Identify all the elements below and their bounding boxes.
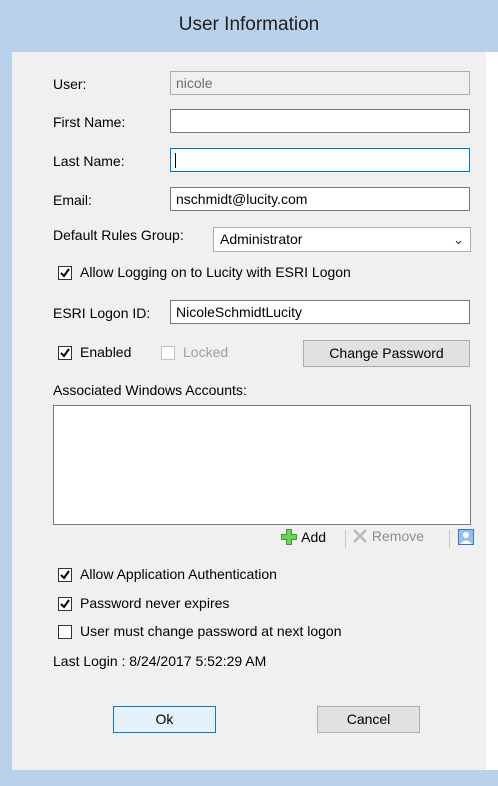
- locked-label: Locked: [183, 344, 229, 360]
- must-change-pwd-label[interactable]: User must change password at next logon: [80, 623, 341, 639]
- remove-account-button: Remove: [352, 528, 424, 544]
- checkmark-icon: [60, 570, 70, 580]
- change-password-button[interactable]: Change Password: [303, 340, 470, 367]
- pwd-never-expires-label[interactable]: Password never expires: [80, 595, 229, 611]
- text-caret: [175, 153, 176, 168]
- toolbar-separator: [449, 530, 450, 548]
- title-bar[interactable]: User Information: [0, 0, 498, 60]
- cancel-button[interactable]: Cancel: [317, 706, 420, 733]
- dialog-title: User Information: [178, 14, 320, 35]
- bottom-edge: [0, 770, 498, 786]
- windows-accounts-list[interactable]: [53, 405, 471, 525]
- rules-group-select[interactable]: Administrator ⌄: [213, 227, 471, 252]
- checkmark-icon: [60, 268, 70, 278]
- rules-group-value: Administrator: [220, 231, 303, 247]
- green-plus-icon: [281, 529, 297, 545]
- esri-logon-checkbox[interactable]: [58, 266, 72, 280]
- last-name-field[interactable]: [170, 148, 470, 172]
- enabled-label[interactable]: Enabled: [80, 344, 131, 360]
- chevron-down-icon: ⌄: [453, 232, 464, 247]
- toolbar-separator: [345, 530, 346, 548]
- windows-accounts-label: Associated Windows Accounts:: [53, 382, 247, 398]
- esri-id-field[interactable]: NicoleSchmidtLucity: [170, 300, 470, 324]
- user-label: User:: [53, 76, 87, 92]
- right-edge: [486, 52, 498, 786]
- first-name-label: First Name:: [53, 114, 126, 130]
- allow-app-auth-checkbox[interactable]: [58, 568, 72, 582]
- must-change-pwd-checkbox[interactable]: [58, 625, 72, 639]
- dialog-body: User: nicole First Name: Last Name: Emai…: [12, 52, 486, 770]
- first-name-field[interactable]: [170, 109, 470, 133]
- add-label: Add: [301, 529, 327, 545]
- add-account-button[interactable]: Add: [280, 528, 326, 546]
- pwd-never-expires-checkbox[interactable]: [58, 597, 72, 611]
- remove-label: Remove: [371, 528, 425, 544]
- allow-app-auth-label[interactable]: Allow Application Authentication: [80, 566, 277, 582]
- last-login-text: Last Login : 8/24/2017 5:52:29 AM: [53, 653, 267, 669]
- locked-checkbox: [161, 346, 175, 360]
- email-label: Email:: [53, 192, 92, 208]
- ok-button[interactable]: Ok: [113, 706, 216, 733]
- x-icon: [353, 529, 367, 543]
- browse-account-button[interactable]: [457, 528, 475, 549]
- enabled-checkbox[interactable]: [58, 346, 72, 360]
- rules-group-label: Default Rules Group:: [53, 227, 184, 243]
- checkmark-icon: [60, 599, 70, 609]
- email-field[interactable]: nschmidt@lucity.com: [170, 187, 470, 211]
- esri-logon-label[interactable]: Allow Logging on to Lucity with ESRI Log…: [80, 264, 351, 280]
- user-picture-icon: [458, 529, 474, 545]
- last-name-label: Last Name:: [53, 153, 125, 169]
- checkmark-icon: [60, 348, 70, 358]
- esri-id-label: ESRI Logon ID:: [53, 305, 151, 321]
- user-field: nicole: [170, 71, 470, 95]
